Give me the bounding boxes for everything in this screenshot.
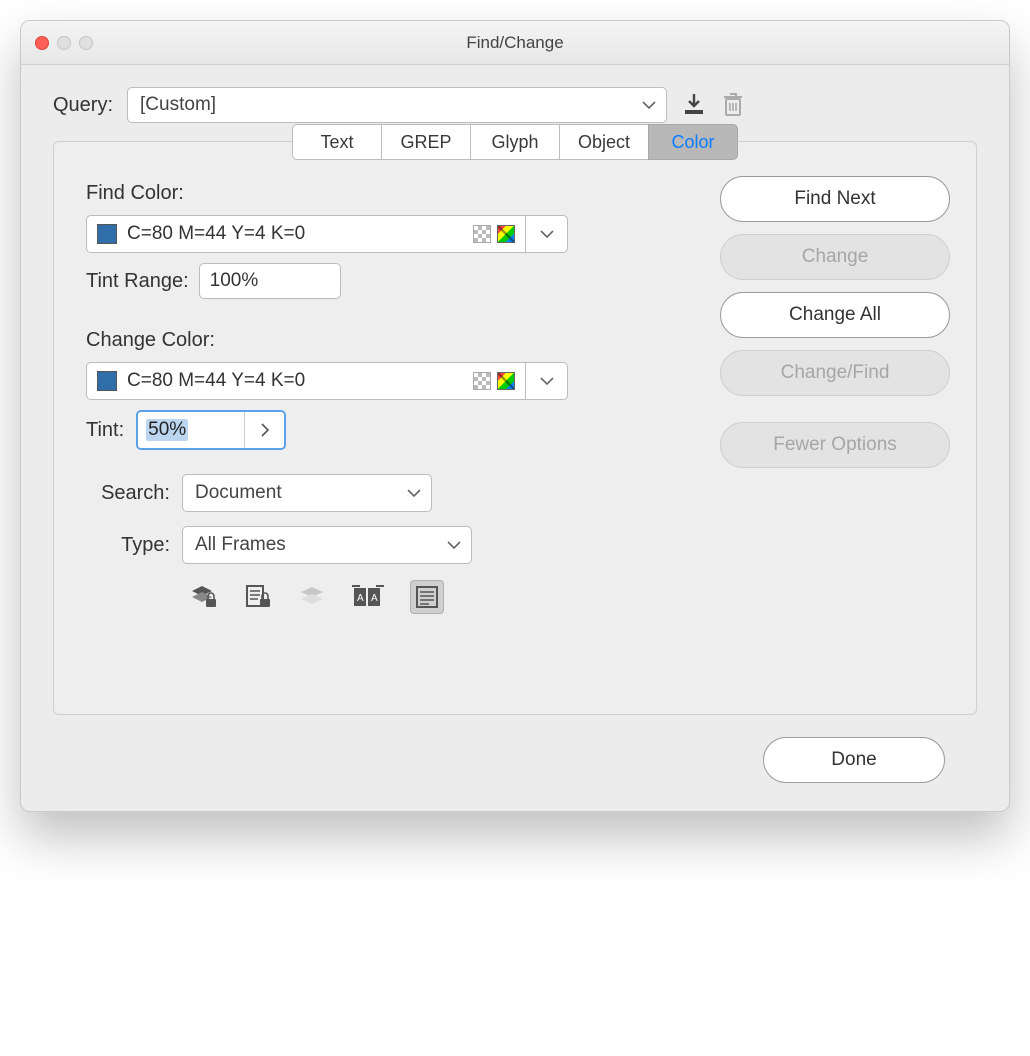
footnotes-icon[interactable]	[410, 580, 444, 614]
tab-object[interactable]: Object	[559, 124, 649, 160]
find-color-row: C=80 M=44 Y=4 K=0	[86, 215, 720, 253]
delete-query-icon[interactable]	[721, 91, 745, 119]
done-button[interactable]: Done	[763, 737, 945, 783]
search-filter-toolbar: A A	[188, 580, 720, 614]
tab-grep[interactable]: GREP	[381, 124, 471, 160]
change-color-mode-icons	[473, 372, 515, 390]
type-select[interactable]: All Frames	[182, 526, 472, 564]
chevron-down-icon	[407, 488, 421, 498]
change-tint-row: Tint: 50%	[86, 410, 720, 450]
tabs: Text GREP Glyph Object Color	[54, 124, 976, 160]
locked-layers-icon[interactable]	[188, 583, 218, 611]
tint-range-row: Tint Range: 100%	[86, 263, 720, 299]
find-color-name: C=80 M=44 Y=4 K=0	[127, 223, 463, 245]
locked-stories-icon[interactable]	[244, 583, 272, 611]
titlebar: Find/Change	[21, 21, 1009, 65]
chevron-right-icon[interactable]	[244, 412, 284, 448]
change-tint-value: 50%	[138, 412, 244, 448]
change-color-chip	[97, 371, 117, 391]
master-pages-icon[interactable]: A A	[352, 584, 384, 610]
change-color-swatch[interactable]: C=80 M=44 Y=4 K=0	[86, 362, 526, 400]
options-panel: Text GREP Glyph Object Color Find Color:…	[53, 141, 977, 715]
search-label: Search:	[80, 482, 170, 505]
action-buttons: Find Next Change Change All Change/Find …	[720, 174, 950, 614]
change-color-label: Change Color:	[86, 329, 720, 352]
search-row: Search: Document	[80, 474, 720, 512]
find-next-button[interactable]: Find Next	[720, 176, 950, 222]
chevron-down-icon	[447, 540, 461, 550]
change-color-row: C=80 M=44 Y=4 K=0	[86, 362, 720, 400]
hidden-layers-icon[interactable]	[298, 586, 326, 608]
cmyk-icon	[497, 372, 515, 390]
search-scope-select[interactable]: Document	[182, 474, 432, 512]
type-label: Type:	[80, 534, 170, 557]
query-select[interactable]: [Custom]	[127, 87, 667, 123]
dialog-footer: Done	[53, 715, 977, 783]
panel-body: Find Color: C=80 M=44 Y=4 K=0	[54, 174, 976, 614]
change-all-button[interactable]: Change All	[720, 292, 950, 338]
find-color-chip	[97, 224, 117, 244]
change-tint-label: Tint:	[86, 419, 124, 442]
find-change-dialog: Find/Change Query: [Custom]	[20, 20, 1010, 812]
find-color-label: Find Color:	[86, 182, 720, 205]
query-value: [Custom]	[140, 94, 216, 116]
change-button: Change	[720, 234, 950, 280]
type-row: Type: All Frames	[80, 526, 720, 564]
change-find-button: Change/Find	[720, 350, 950, 396]
dialog-content: Query: [Custom]	[21, 65, 1009, 811]
find-color-mode-icons	[473, 225, 515, 243]
window-title: Find/Change	[21, 33, 1009, 53]
query-row: Query: [Custom]	[53, 87, 977, 123]
transparency-icon	[473, 225, 491, 243]
svg-text:A: A	[357, 593, 364, 604]
change-color-dropdown[interactable]	[526, 362, 568, 400]
cmyk-icon	[497, 225, 515, 243]
query-label: Query:	[53, 94, 113, 117]
find-color-dropdown[interactable]	[526, 215, 568, 253]
left-column: Find Color: C=80 M=44 Y=4 K=0	[80, 174, 720, 614]
transparency-icon	[473, 372, 491, 390]
chevron-down-icon	[642, 100, 656, 110]
change-color-name: C=80 M=44 Y=4 K=0	[127, 370, 463, 392]
find-color-swatch[interactable]: C=80 M=44 Y=4 K=0	[86, 215, 526, 253]
svg-text:A: A	[371, 593, 378, 604]
tab-glyph[interactable]: Glyph	[470, 124, 560, 160]
tab-color[interactable]: Color	[648, 124, 738, 160]
fewer-options-button[interactable]: Fewer Options	[720, 422, 950, 468]
change-tint-input[interactable]: 50%	[136, 410, 286, 450]
tint-range-input[interactable]: 100%	[199, 263, 341, 299]
tab-text[interactable]: Text	[292, 124, 382, 160]
save-query-icon[interactable]	[681, 92, 707, 118]
tint-range-label: Tint Range:	[86, 270, 189, 293]
